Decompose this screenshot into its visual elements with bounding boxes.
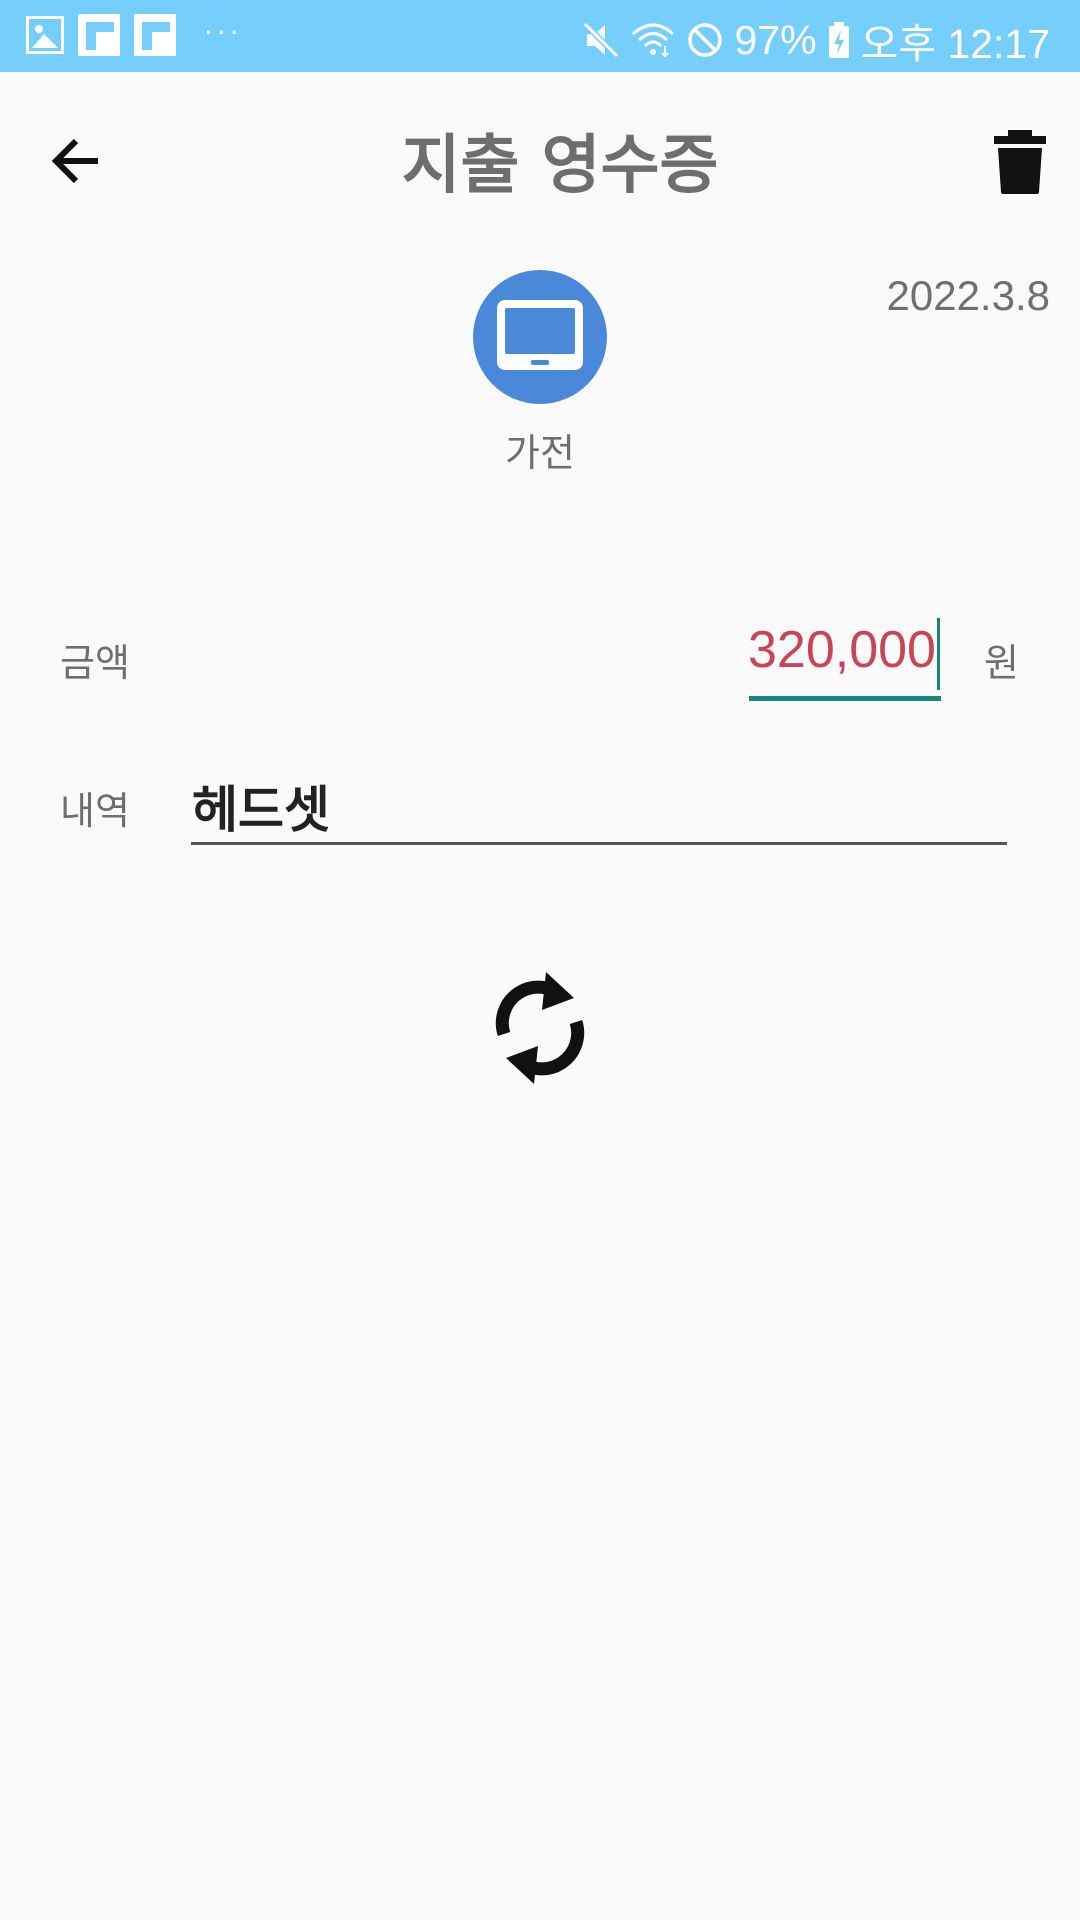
battery-charging-icon	[828, 22, 849, 58]
more-dots-icon: ···	[204, 15, 243, 49]
amount-unit: 원	[984, 641, 1019, 685]
notification-icons: ···	[26, 14, 243, 56]
do-not-disturb-icon	[687, 23, 722, 57]
category-button[interactable]	[473, 270, 607, 404]
sync-icon[interactable]	[490, 966, 590, 1090]
system-icons: 97% 오후 12:17	[581, 10, 1050, 70]
memo-label: 내역	[60, 789, 130, 833]
amount-input[interactable]: 320,000	[748, 620, 936, 680]
flipboard-icon	[78, 14, 120, 56]
trash-icon[interactable]	[992, 128, 1048, 196]
status-bar: ··· 97% 오후 12:17	[0, 0, 1080, 72]
mute-icon	[582, 21, 619, 59]
toolbar: 지출 영수증	[0, 72, 1080, 242]
memo-input-underline	[191, 842, 1007, 845]
clock: 오후 12:17	[860, 21, 1050, 67]
memo-input[interactable]: 헤드셋	[192, 770, 330, 842]
receipt-date[interactable]: 2022.3.8	[887, 272, 1051, 320]
amount-input-underline	[749, 696, 941, 701]
flipboard-icon	[134, 14, 176, 56]
gallery-icon	[26, 16, 64, 54]
page-title: 지출 영수증	[401, 129, 719, 203]
battery-percent: 97%	[734, 16, 817, 63]
amount-label: 금액	[60, 641, 130, 685]
category-label: 가전	[505, 431, 575, 475]
wifi-icon	[631, 23, 674, 58]
text-cursor	[937, 618, 940, 690]
monitor-icon	[497, 300, 583, 370]
